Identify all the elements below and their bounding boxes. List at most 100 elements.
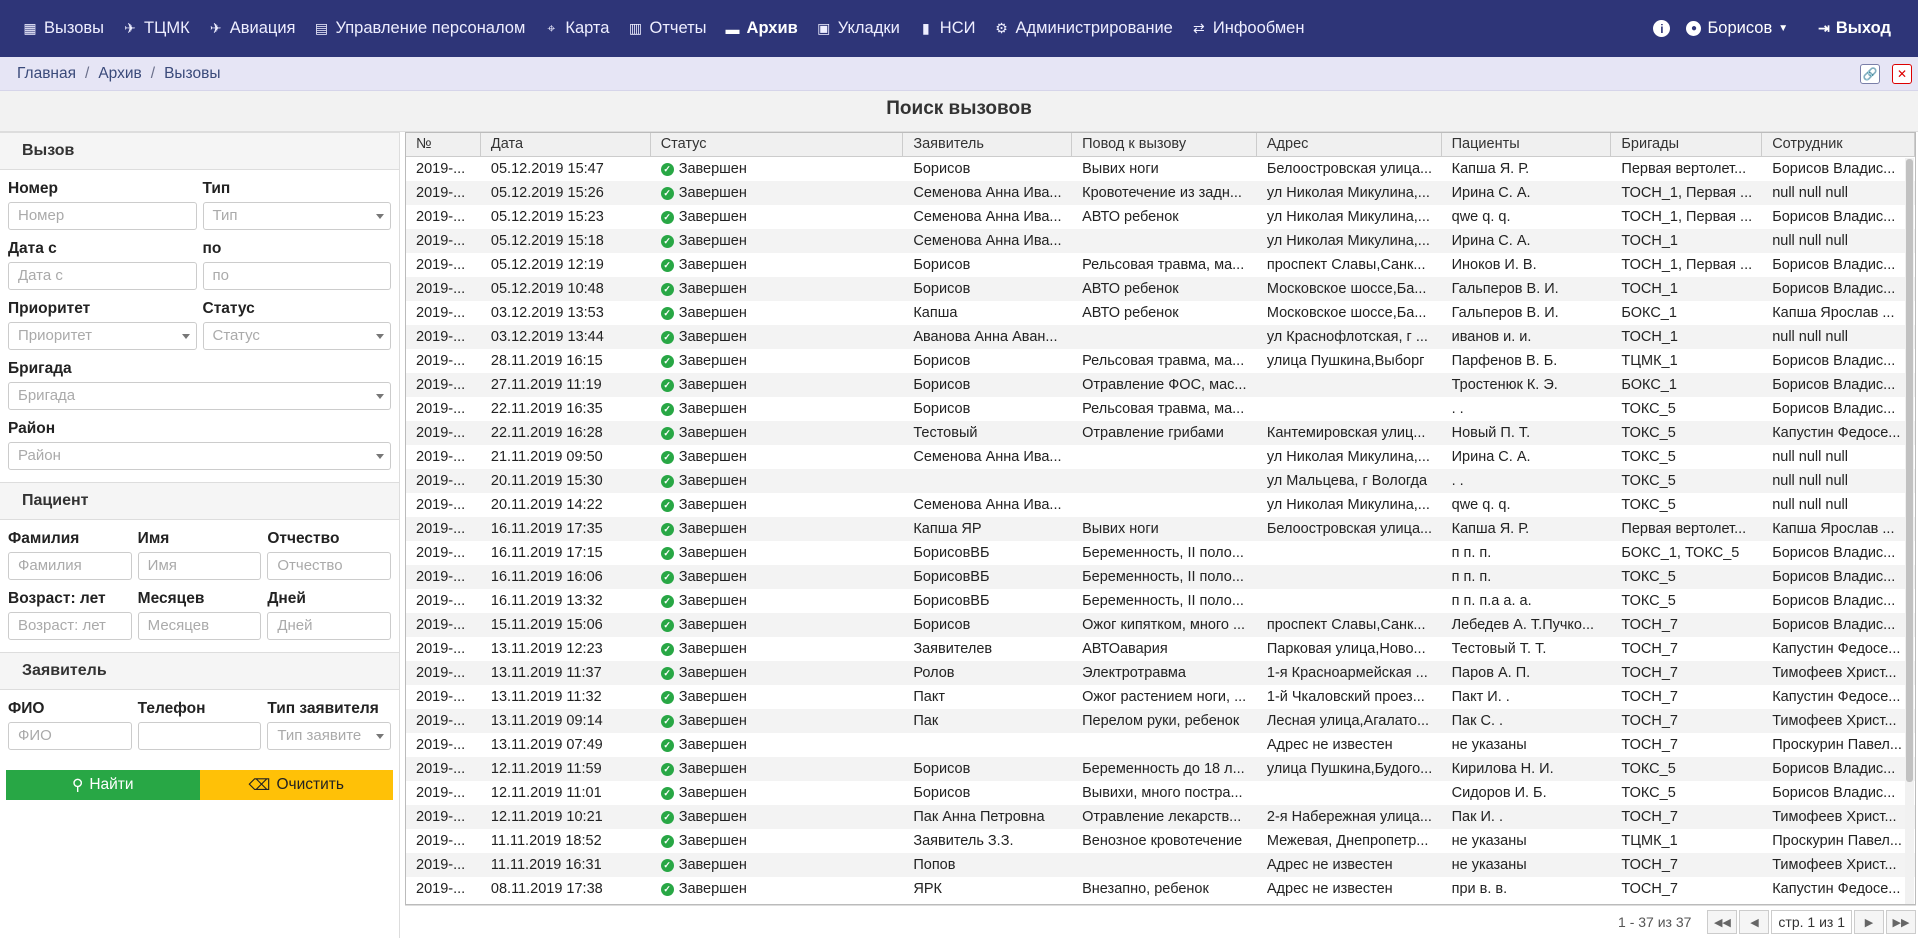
table-cell: Капша Ярослав ...: [1772, 305, 1895, 321]
nav-item-9[interactable]: ⚙ Администрирование: [994, 19, 1173, 38]
nav-item-7[interactable]: ▣ Укладки: [816, 19, 900, 38]
column-header[interactable]: Статус: [651, 133, 904, 156]
scrollbar-thumb[interactable]: [1906, 159, 1913, 782]
column-header[interactable]: Сотрудник: [1762, 133, 1915, 156]
date-from-input[interactable]: Дата с: [8, 262, 197, 290]
column-header[interactable]: Заявитель: [903, 133, 1073, 156]
table-row[interactable]: 2019-... 13.11.2019 12:23 ✓ Завершен Заявите…: [406, 637, 1915, 661]
table-row[interactable]: 2019-... 13.11.2019 07:49 ✓ Завершен Адрес н…: [406, 733, 1915, 757]
table-cell: Борисов: [913, 617, 971, 633]
table-row[interactable]: 2019-... 28.11.2019 16:15 ✓ Завершен Борисов…: [406, 349, 1915, 373]
nav-item-label: НСИ: [939, 19, 976, 37]
table-row[interactable]: 2019-... 12.11.2019 11:59 ✓ Завершен Борисов…: [406, 757, 1915, 781]
table-row[interactable]: 2019-... 05.12.2019 15:26 ✓ Завершен Семенов…: [406, 181, 1915, 205]
brigade-select[interactable]: Бригада: [8, 382, 391, 410]
column-header[interactable]: Бригады: [1611, 133, 1763, 156]
table-cell: ✓ Завершен: [651, 661, 904, 685]
breadcrumb-home[interactable]: Главная: [17, 65, 76, 83]
column-header[interactable]: Дата: [481, 133, 651, 156]
table-row[interactable]: 2019-... 13.11.2019 11:37 ✓ Завершен Ролов Эл…: [406, 661, 1915, 685]
logout-button[interactable]: ⇥ Выход: [1818, 19, 1891, 38]
filter-panel: Вызов Номер Номер Тип Тип Дата с Дата с …: [0, 132, 400, 938]
table-row[interactable]: 2019-... 12.11.2019 10:21 ✓ Завершен Пак Анн…: [406, 805, 1915, 829]
clear-button[interactable]: ⌫ Очистить: [199, 770, 393, 800]
last-page-icon[interactable]: ▶▶: [1886, 910, 1916, 934]
table-row[interactable]: 2019-... 22.11.2019 16:28 ✓ Завершен Тестовы…: [406, 421, 1915, 445]
months-input[interactable]: Месяцев: [137, 612, 262, 640]
column-header[interactable]: Пациенты: [1442, 133, 1612, 156]
table-row[interactable]: 2019-... 11.11.2019 18:52 ✓ Завершен Заявите…: [406, 829, 1915, 853]
link-icon[interactable]: 🔗: [1860, 64, 1880, 84]
calendar-icon: ▤: [314, 20, 329, 36]
prev-page-icon[interactable]: ◀: [1739, 910, 1770, 934]
table-body: 2019-... 05.12.2019 15:47 ✓ Завершен Борисов…: [406, 157, 1915, 901]
date-to-input[interactable]: по: [202, 262, 391, 290]
nav-item-4[interactable]: ⌖ Карта: [543, 19, 609, 38]
table-row[interactable]: 2019-... 20.11.2019 15:30 ✓ Завершен ул Маль…: [406, 469, 1915, 493]
surname-input[interactable]: Фамилия: [8, 552, 132, 580]
nav-item-0[interactable]: ▦ Вызовы: [22, 19, 104, 38]
table-cell: 13.11.2019 07:49: [490, 737, 603, 753]
find-button[interactable]: ⚲ Найти: [6, 770, 200, 800]
next-page-icon[interactable]: ▶: [1854, 910, 1884, 934]
table-row[interactable]: 2019-... 05.12.2019 10:48 ✓ Завершен Борисов…: [406, 277, 1915, 301]
column-header[interactable]: №: [406, 133, 481, 156]
table-row[interactable]: 2019-... 05.12.2019 15:18 ✓ Завершен Семенов…: [406, 229, 1915, 253]
breadcrumb-archive[interactable]: Архив: [98, 65, 141, 83]
unpin-icon[interactable]: ✕: [1892, 64, 1912, 84]
table-row[interactable]: 2019-... 13.11.2019 11:32 ✓ Завершен Пакт Ожо…: [406, 685, 1915, 709]
table-row[interactable]: 2019-... 05.12.2019 15:47 ✓ Завершен Борисов…: [406, 157, 1915, 181]
table-row[interactable]: 2019-... 08.11.2019 17:38 ✓ Завершен ЯРК Внез…: [406, 877, 1915, 901]
nav-item-6[interactable]: ▬ Архив: [725, 19, 798, 38]
fio-input[interactable]: ФИО: [8, 722, 132, 750]
table-cell: Пакт: [913, 689, 945, 705]
table-row[interactable]: 2019-... 05.12.2019 15:23 ✓ Завершен Семенов…: [406, 205, 1915, 229]
table-row[interactable]: 2019-... 12.11.2019 11:01 ✓ Завершен Борисов…: [406, 781, 1915, 805]
nav-item-8[interactable]: ▮ НСИ: [918, 19, 976, 38]
table-row[interactable]: 2019-... 21.11.2019 09:50 ✓ Завершен Семенов…: [406, 445, 1915, 469]
table-cell: Капустин Федосе...: [1772, 689, 1901, 705]
vertical-scrollbar[interactable]: [1905, 158, 1914, 904]
chevron-down-icon: [376, 334, 384, 339]
age-input[interactable]: Возраст: лет: [8, 612, 132, 640]
status-select[interactable]: Статус: [202, 322, 391, 350]
column-header[interactable]: Повод к вызову: [1072, 133, 1257, 156]
phone-input[interactable]: [137, 722, 262, 750]
table-row[interactable]: 2019-... 27.11.2019 11:19 ✓ Завершен Борисов…: [406, 373, 1915, 397]
nav-item-1[interactable]: ✈ ТЦМК: [122, 19, 190, 38]
table-row[interactable]: 2019-... 16.11.2019 17:35 ✓ Завершен Капша Я…: [406, 517, 1915, 541]
patronymic-input[interactable]: Отчество: [267, 552, 392, 580]
nav-item-10[interactable]: ⇄ Инфообмен: [1191, 19, 1305, 38]
table-cell: Борисов Владис...: [1772, 401, 1896, 417]
name-input[interactable]: Имя: [137, 552, 262, 580]
nav-item-2[interactable]: ✈ Авиация: [208, 19, 296, 38]
table-cell: иванов и. и.: [1451, 329, 1532, 345]
table-row[interactable]: 2019-... 16.11.2019 13:32 ✓ Завершен Борисов…: [406, 589, 1915, 613]
table-row[interactable]: 2019-... 13.11.2019 09:14 ✓ Завершен Пак Пере…: [406, 709, 1915, 733]
nav-item-label: Вызовы: [44, 19, 105, 37]
info-icon[interactable]: i: [1653, 20, 1671, 37]
table-row[interactable]: 2019-... 16.11.2019 17:15 ✓ Завершен Борисов…: [406, 541, 1915, 565]
table-row[interactable]: 2019-... 16.11.2019 16:06 ✓ Завершен Борисов…: [406, 565, 1915, 589]
number-input[interactable]: Номер: [8, 202, 197, 230]
table-row[interactable]: 2019-... 22.11.2019 16:35 ✓ Завершен Борисов…: [406, 397, 1915, 421]
nav-item-3[interactable]: ▤ Управление персоналом: [313, 19, 525, 38]
table-row[interactable]: 2019-... 15.11.2019 15:06 ✓ Завершен Борисов…: [406, 613, 1915, 637]
user-menu[interactable]: ● Борисов ▼: [1686, 19, 1788, 38]
first-page-icon[interactable]: ◀◀: [1707, 910, 1738, 934]
priority-select[interactable]: Приоритет: [8, 322, 197, 350]
table-row[interactable]: 2019-... 03.12.2019 13:53 ✓ Завершен Капша АВ…: [406, 301, 1915, 325]
days-input[interactable]: Дней: [267, 612, 392, 640]
nav-item-5[interactable]: ▥ Отчеты: [627, 19, 707, 38]
caller-type-select[interactable]: Тип заявите: [267, 722, 392, 750]
table-row[interactable]: 2019-... 03.12.2019 13:44 ✓ Завершен Аванова…: [406, 325, 1915, 349]
caller-type-label: Тип заявителя: [267, 700, 379, 717]
district-select[interactable]: Район: [8, 442, 391, 470]
table-row[interactable]: 2019-... 11.11.2019 16:31 ✓ Завершен Попов Ад…: [406, 853, 1915, 877]
section-call-heading: Вызов: [0, 132, 399, 170]
column-header[interactable]: Адрес: [1257, 133, 1442, 156]
table-row[interactable]: 2019-... 20.11.2019 14:22 ✓ Завершен Семенов…: [406, 493, 1915, 517]
table-cell: Капша ЯР: [913, 521, 982, 537]
table-row[interactable]: 2019-... 05.12.2019 12:19 ✓ Завершен Борисов…: [406, 253, 1915, 277]
type-select[interactable]: Тип: [202, 202, 391, 230]
